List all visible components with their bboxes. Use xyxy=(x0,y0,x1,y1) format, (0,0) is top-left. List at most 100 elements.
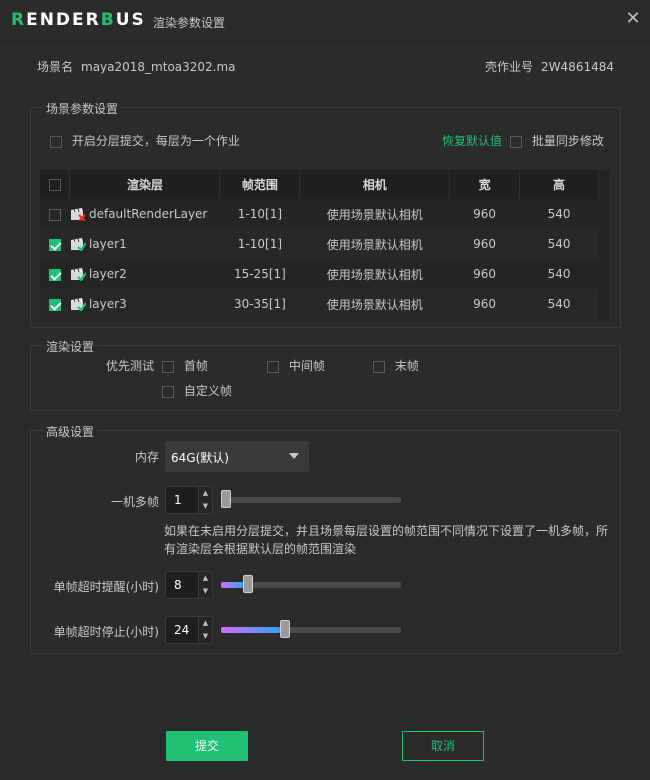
first-frame-option[interactable]: 首帧 xyxy=(162,357,208,374)
submit-button[interactable]: 提交 xyxy=(166,731,248,761)
batch-sync-checkbox[interactable] xyxy=(510,135,522,148)
first-frame-checkbox[interactable] xyxy=(162,360,174,373)
timeout-warn-slider[interactable] xyxy=(221,575,401,593)
advanced-settings-title: 高级设置 xyxy=(43,423,98,440)
chevron-down-icon xyxy=(289,453,299,459)
last-frame-checkbox[interactable] xyxy=(373,360,385,373)
timeout-stop-stepper[interactable]: 24 ▲ ▼ xyxy=(165,616,213,644)
stepper-down-icon[interactable]: ▼ xyxy=(198,585,212,598)
camera-cell[interactable]: 使用场景默认相机 xyxy=(299,259,450,289)
table-scrollbar[interactable] xyxy=(599,170,609,320)
row-checkbox[interactable] xyxy=(48,208,61,221)
scene-name-info: 场景名 maya2018_mtoa3202.ma xyxy=(37,58,236,75)
header-camera: 相机 xyxy=(299,170,451,199)
close-icon[interactable]: ✕ xyxy=(622,8,644,30)
frame-range-cell[interactable]: 1-10[1] xyxy=(219,229,300,259)
row-select[interactable] xyxy=(40,259,70,289)
clapper-green-icon xyxy=(70,238,86,252)
table-header-row: 渲染层 帧范围 相机 宽 高 xyxy=(40,170,599,199)
frame-range-cell[interactable]: 15-25[1] xyxy=(219,259,300,289)
timeout-stop-label: 单帧超时停止(小时) xyxy=(53,625,159,639)
stepper-down-icon[interactable]: ▼ xyxy=(198,630,212,643)
custom-frame-label: 自定义帧 xyxy=(183,384,232,398)
timeout-warn-slider-fill xyxy=(221,582,243,588)
layer-name: defaultRenderLayer xyxy=(88,206,208,221)
header-render-layer: 渲染层 xyxy=(69,170,221,199)
layer-name-cell: layer1 xyxy=(69,229,220,259)
layered-submit-option[interactable]: 开启分层提交，每层为一个作业 xyxy=(50,132,240,149)
timeout-stop-slider-thumb[interactable] xyxy=(280,620,290,638)
batch-sync-option[interactable]: 批量同步修改 xyxy=(510,132,604,149)
height-cell[interactable]: 540 xyxy=(519,199,599,229)
width-cell[interactable]: 960 xyxy=(449,259,520,289)
timeout-warn-value[interactable]: 8 xyxy=(174,578,182,592)
memory-select-value: 64G(默认) xyxy=(171,451,229,465)
stepper-up-icon[interactable]: ▲ xyxy=(198,572,212,585)
camera-cell[interactable]: 使用场景默认相机 xyxy=(299,229,450,259)
memory-select[interactable]: 64G(默认) xyxy=(165,441,309,472)
table-row[interactable]: defaultRenderLayer 1-10[1] 使用场景默认相机 960 … xyxy=(40,199,599,229)
table-row[interactable]: layer2 15-25[1] 使用场景默认相机 960 540 xyxy=(40,259,599,289)
multi-frame-label: 一机多帧 xyxy=(110,495,159,509)
custom-frame-checkbox[interactable] xyxy=(162,385,174,398)
header-width: 宽 xyxy=(449,170,521,199)
memory-label: 内存 xyxy=(134,450,159,464)
multi-frame-slider[interactable] xyxy=(221,490,401,508)
select-all-checkbox[interactable] xyxy=(48,179,61,191)
height-cell[interactable]: 540 xyxy=(519,289,599,319)
clapper-green-icon xyxy=(70,268,86,282)
row-select[interactable] xyxy=(40,199,70,229)
row-checkbox[interactable] xyxy=(48,238,61,251)
last-frame-label: 末帧 xyxy=(394,359,419,373)
job-id-label: 壳作业号 xyxy=(485,60,534,74)
render-settings-title: 渲染设置 xyxy=(43,338,98,355)
middle-frame-label: 中间帧 xyxy=(288,359,325,373)
scene-name-value: maya2018_mtoa3202.ma xyxy=(81,60,236,74)
camera-cell[interactable]: 使用场景默认相机 xyxy=(299,199,450,229)
timeout-warn-slider-thumb[interactable] xyxy=(243,575,253,593)
width-cell[interactable]: 960 xyxy=(449,229,520,259)
timeout-stop-value[interactable]: 24 xyxy=(174,623,189,637)
row-checkbox[interactable] xyxy=(48,268,61,281)
layered-submit-checkbox[interactable] xyxy=(50,135,62,148)
table-row[interactable]: layer1 1-10[1] 使用场景默认相机 960 540 xyxy=(40,229,599,259)
job-id-value: 2W4861484 xyxy=(541,60,614,74)
header-frame-range: 帧范围 xyxy=(219,170,301,199)
stepper-down-icon[interactable]: ▼ xyxy=(198,500,212,513)
last-frame-option[interactable]: 末帧 xyxy=(373,357,419,374)
height-cell[interactable]: 540 xyxy=(519,259,599,289)
cancel-button[interactable]: 取消 xyxy=(402,731,484,761)
camera-cell[interactable]: 使用场景默认相机 xyxy=(299,289,450,319)
scene-settings-group: 场景参数设置 开启分层提交，每层为一个作业 恢复默认值 批量同步修改 渲染层 帧… xyxy=(30,100,621,328)
logo-text-ender: ENDER xyxy=(26,10,101,30)
batch-sync-label: 批量同步修改 xyxy=(531,134,604,148)
multi-frame-stepper[interactable]: 1 ▲ ▼ xyxy=(165,486,213,514)
stepper-up-icon[interactable]: ▲ xyxy=(198,487,212,500)
row-select[interactable] xyxy=(40,229,70,259)
logo-letter-b: B xyxy=(100,10,116,30)
advanced-settings-group: 高级设置 内存 64G(默认) 一机多帧 1 ▲ ▼ 如果在未启用分层提交，并且… xyxy=(30,423,621,654)
row-checkbox[interactable] xyxy=(48,298,61,311)
table-row[interactable]: layer3 30-35[1] 使用场景默认相机 960 540 xyxy=(40,289,599,319)
row-select[interactable] xyxy=(40,289,70,319)
multi-frame-slider-thumb[interactable] xyxy=(221,490,231,508)
middle-frame-option[interactable]: 中间帧 xyxy=(267,357,325,374)
multi-frame-value[interactable]: 1 xyxy=(174,493,182,507)
layer-name: layer1 xyxy=(88,236,127,251)
width-cell[interactable]: 960 xyxy=(449,199,520,229)
job-id-info: 壳作业号 2W4861484 xyxy=(485,58,614,75)
stepper-up-icon[interactable]: ▲ xyxy=(198,617,212,630)
logo-letter-r: R xyxy=(11,10,27,30)
custom-frame-option[interactable]: 自定义帧 xyxy=(162,382,232,399)
restore-default-link[interactable]: 恢复默认值 xyxy=(442,132,502,149)
width-cell[interactable]: 960 xyxy=(449,289,520,319)
frame-range-cell[interactable]: 1-10[1] xyxy=(219,199,300,229)
middle-frame-checkbox[interactable] xyxy=(267,360,279,373)
priority-test-label: 优先测试 xyxy=(106,359,155,373)
height-cell[interactable]: 540 xyxy=(519,229,599,259)
frame-range-cell[interactable]: 30-35[1] xyxy=(219,289,300,319)
header-select-all[interactable] xyxy=(40,170,71,199)
timeout-warn-stepper[interactable]: 8 ▲ ▼ xyxy=(165,571,213,599)
window-title: 渲染参数设置 xyxy=(153,16,226,30)
timeout-stop-slider[interactable] xyxy=(221,620,401,638)
